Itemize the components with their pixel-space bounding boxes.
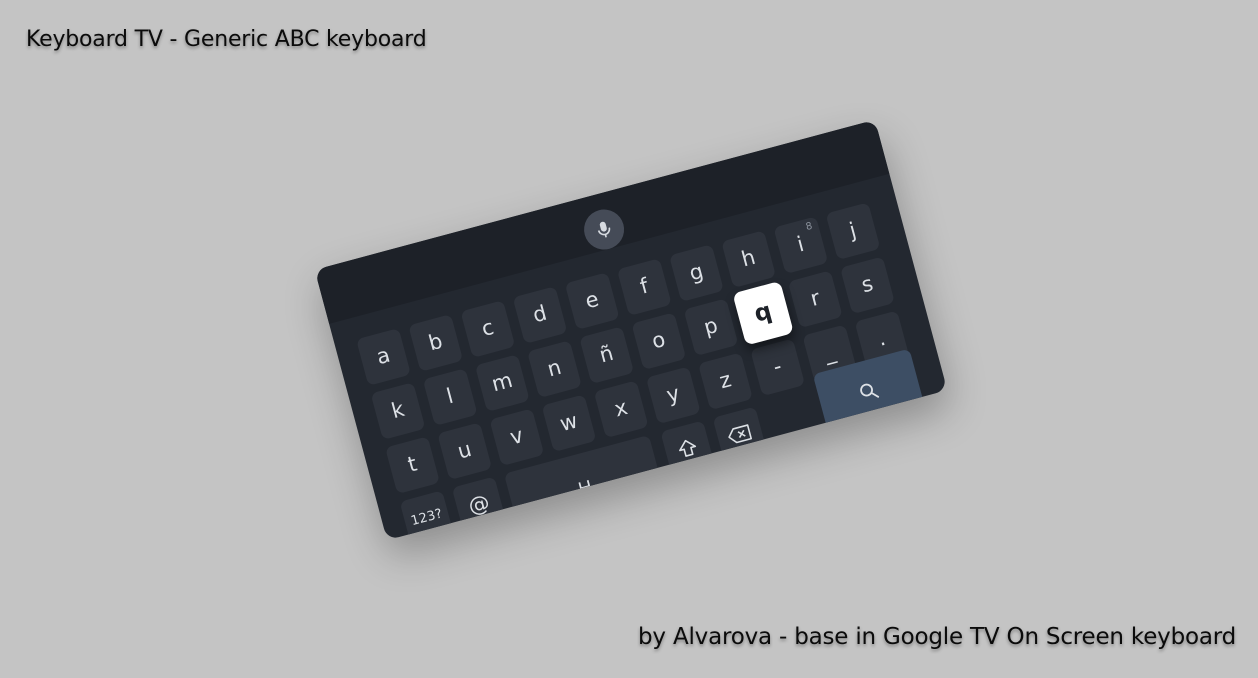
page-title: Keyboard TV - Generic ABC keyboard bbox=[26, 27, 427, 52]
key-v[interactable]: v bbox=[489, 408, 545, 467]
key-d[interactable]: d bbox=[512, 286, 568, 344]
key-c[interactable]: c bbox=[460, 300, 516, 358]
keyboard-panel: a b c d e f g h i 8 j k l m n ñ o p q r … bbox=[314, 119, 948, 541]
keyboard-body: a b c d e f g h i 8 j k l m n ñ o p q r … bbox=[314, 119, 948, 541]
key-n[interactable]: n bbox=[527, 340, 582, 399]
key-i-hint: 8 bbox=[804, 220, 814, 234]
key-z[interactable]: z bbox=[698, 352, 753, 411]
key-w[interactable]: w bbox=[541, 394, 597, 453]
key-symbols[interactable]: 123? bbox=[399, 490, 455, 541]
key-p[interactable]: p bbox=[683, 298, 739, 357]
key-hyphen[interactable]: - bbox=[750, 338, 806, 397]
credit-text: by Alvarova - base in Google TV On Scree… bbox=[638, 624, 1236, 650]
key-t[interactable]: t bbox=[385, 436, 440, 495]
key-n-tilde[interactable]: ñ bbox=[579, 326, 635, 385]
key-backspace[interactable] bbox=[712, 406, 768, 465]
key-l[interactable]: l bbox=[422, 368, 478, 426]
key-r[interactable]: r bbox=[787, 270, 843, 329]
backspace-icon bbox=[728, 423, 752, 443]
shift-icon bbox=[678, 439, 696, 457]
search-icon bbox=[860, 383, 879, 398]
key-h[interactable]: h bbox=[721, 230, 777, 289]
key-s[interactable]: s bbox=[840, 256, 895, 315]
key-j[interactable]: j bbox=[825, 202, 881, 261]
key-k[interactable]: k bbox=[370, 382, 426, 440]
key-m[interactable]: m bbox=[474, 354, 530, 412]
key-u[interactable]: u bbox=[437, 422, 493, 481]
key-g[interactable]: g bbox=[669, 244, 724, 302]
key-y[interactable]: y bbox=[645, 366, 701, 425]
key-at[interactable]: @ bbox=[451, 476, 507, 535]
mic-icon bbox=[597, 221, 611, 238]
key-i-label: i bbox=[794, 231, 807, 257]
key-f[interactable]: f bbox=[616, 258, 672, 316]
key-i[interactable]: i 8 bbox=[773, 216, 829, 275]
key-q[interactable]: q bbox=[732, 280, 794, 346]
key-shift[interactable] bbox=[660, 420, 716, 479]
key-o[interactable]: o bbox=[631, 312, 687, 371]
key-b[interactable]: b bbox=[408, 314, 464, 372]
key-a[interactable]: a bbox=[356, 328, 412, 386]
key-e[interactable]: e bbox=[564, 272, 620, 330]
key-x[interactable]: x bbox=[593, 380, 649, 439]
